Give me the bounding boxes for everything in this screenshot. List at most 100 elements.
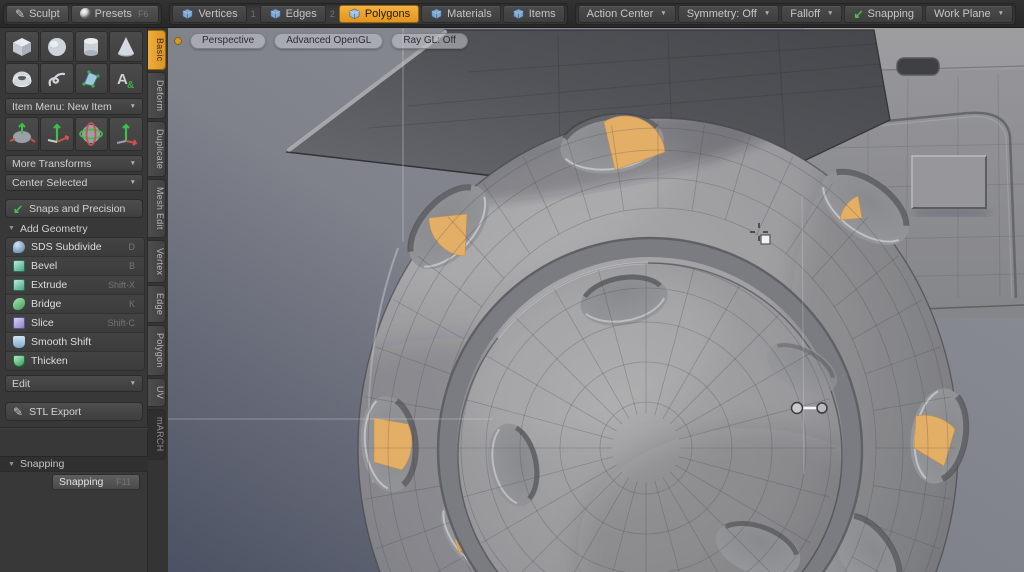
brush-icon: ✎ xyxy=(15,6,26,21)
chevron-down-icon: ▼ xyxy=(763,10,771,17)
tool-sidebar: A & Item Menu: New Item ▼ More Transforms… xyxy=(0,28,148,572)
text-tool-button[interactable]: A & xyxy=(109,63,143,94)
transform-tool-row xyxy=(5,117,143,151)
tab-uv[interactable]: UV xyxy=(148,377,166,408)
tab-march[interactable]: mARCH xyxy=(148,409,166,460)
primitive-tool-grid: A & xyxy=(5,31,143,94)
edit-dropdown[interactable]: Edit ▼ xyxy=(5,375,143,392)
sculpt-button[interactable]: ✎ Sculpt xyxy=(6,4,69,23)
move-icon xyxy=(47,123,69,143)
snapping-row: Snapping F11 xyxy=(0,474,148,491)
tab-polygon[interactable]: Polygon xyxy=(148,325,166,376)
rotate-icon xyxy=(79,122,104,146)
mode-vertices-button[interactable]: Vertices xyxy=(172,4,247,23)
snap-arrow-icon: ↙ xyxy=(13,201,24,216)
panel-slot-detail xyxy=(896,57,940,76)
scale-icon xyxy=(116,123,138,146)
svg-text:&: & xyxy=(127,80,134,90)
helix-icon xyxy=(48,72,65,86)
polygon-pen-icon xyxy=(82,69,100,88)
tool-sds-subdivide[interactable]: SDS Subdivide D xyxy=(6,238,144,257)
mode-edges-button[interactable]: Edges xyxy=(259,4,326,23)
mode-materials-button[interactable]: Materials xyxy=(421,4,501,23)
raygl-button[interactable]: Ray GL: Off xyxy=(391,33,468,49)
helix-primitive-button[interactable] xyxy=(39,63,74,94)
tool-thicken[interactable]: Thicken xyxy=(6,352,144,370)
tab-edge[interactable]: Edge xyxy=(148,285,166,324)
more-transforms-dropdown[interactable]: More Transforms ▼ xyxy=(5,155,143,172)
tool-smooth-shift[interactable]: Smooth Shift xyxy=(6,333,144,352)
cone-primitive-button[interactable] xyxy=(109,31,143,62)
chevron-down-icon: ▼ xyxy=(660,10,667,17)
tab-mesh-edit[interactable]: Mesh Edit xyxy=(148,179,166,238)
snap-arrow-icon: ↙ xyxy=(853,6,864,21)
blade-purple-icon xyxy=(13,317,25,329)
layers-blue-icon xyxy=(13,336,25,348)
view-type-button[interactable]: Perspective xyxy=(190,33,267,49)
chevron-down-icon: ▼ xyxy=(129,380,136,387)
geometry-tool-list: SDS Subdivide D Bevel B Extrude Shift-X … xyxy=(5,237,145,371)
snaps-precision-button[interactable]: ↙ Snaps and Precision xyxy=(5,199,143,218)
viewport-menu-dot-icon[interactable] xyxy=(174,37,182,45)
move-tool-button[interactable] xyxy=(39,117,74,151)
tab-deform[interactable]: Deform xyxy=(148,71,166,119)
shield-green-icon xyxy=(13,355,25,367)
chevron-down-icon: ▼ xyxy=(129,179,136,186)
mode-vertices-shortcut: 1 xyxy=(250,8,256,19)
snapping-section-header[interactable]: ▼ Snapping xyxy=(0,456,148,472)
tool-bevel[interactable]: Bevel B xyxy=(6,257,144,276)
sphere-primitive-button[interactable] xyxy=(39,31,74,62)
cube-primitive-button[interactable] xyxy=(5,31,39,62)
cone-icon xyxy=(118,36,135,56)
selection-mode-group: Vertices 1 Edges 2 Polygons Materials It… xyxy=(169,2,568,25)
main-toolbar: ✎ Sculpt Presets F6 Vertices 1 Edges 2 P… xyxy=(0,0,1024,28)
mesh-cube-icon xyxy=(431,8,442,19)
stl-export-button[interactable]: ✎ STL Export xyxy=(5,402,143,421)
tool-extrude[interactable]: Extrude Shift-X xyxy=(6,276,144,295)
add-geometry-header[interactable]: ▼ Add Geometry xyxy=(0,221,148,236)
tab-basic[interactable]: Basic xyxy=(148,30,166,70)
polygon-pen-button[interactable] xyxy=(74,63,109,94)
falloff-menu[interactable]: Falloff ▼ xyxy=(781,4,843,23)
symmetry-menu[interactable]: Symmetry: Off ▼ xyxy=(677,4,780,23)
mode-items-button[interactable]: Items xyxy=(502,4,565,23)
text-icon: A & xyxy=(117,71,134,90)
modo-app-window: ✎ Sculpt Presets F6 Vertices 1 Edges 2 P… xyxy=(0,0,1024,572)
collapse-triangle-icon: ▼ xyxy=(8,225,15,232)
tab-vertex[interactable]: Vertex xyxy=(148,239,166,284)
preset-sphere-icon xyxy=(79,8,91,19)
sphere-blue-icon xyxy=(13,241,25,253)
chevron-down-icon: ▼ xyxy=(997,10,1005,17)
snapping-toggle[interactable]: ↙ Snapping xyxy=(844,4,924,23)
renderer-button[interactable]: Advanced OpenGL xyxy=(274,33,384,49)
viewport-3d-scene[interactable] xyxy=(168,28,1024,572)
cube-teal-icon xyxy=(13,279,25,291)
scale-tool-button[interactable] xyxy=(109,117,143,151)
center-selected-dropdown[interactable]: Center Selected ▼ xyxy=(5,174,143,191)
sculpt-presets-group: ✎ Sculpt Presets F6 xyxy=(3,2,163,25)
cube-icon xyxy=(12,37,31,56)
pencil-icon: ✎ xyxy=(13,404,24,419)
viewport-3d[interactable]: Perspective Advanced OpenGL Ray GL: Off xyxy=(168,28,1024,572)
rotate-tool-button[interactable] xyxy=(74,117,109,151)
cylinder-primitive-button[interactable] xyxy=(74,31,109,62)
tool-bridge[interactable]: Bridge K xyxy=(6,295,144,314)
work-plane-menu[interactable]: Work Plane ▼ xyxy=(925,4,1014,23)
cylinder-icon xyxy=(84,37,99,56)
collapse-triangle-icon: ▼ xyxy=(8,460,15,468)
item-menu-dropdown[interactable]: Item Menu: New Item ▼ xyxy=(5,98,143,115)
cube-teal-icon xyxy=(13,260,25,272)
panel-raised-block xyxy=(912,156,986,208)
mesh-cube-icon xyxy=(349,8,360,19)
mode-polygons-button[interactable]: Polygons xyxy=(338,4,420,23)
tool-slice[interactable]: Slice Shift-C xyxy=(6,314,144,333)
torus-icon xyxy=(12,71,32,87)
presets-button[interactable]: Presets F6 xyxy=(70,4,160,23)
sidebar-divider xyxy=(0,427,148,428)
torus-primitive-button[interactable] xyxy=(5,63,39,94)
chevron-down-icon: ▼ xyxy=(129,103,136,110)
action-center-menu[interactable]: Action Center ▼ xyxy=(577,4,676,23)
transform-tool-button[interactable] xyxy=(5,117,39,151)
snapping-enable-button[interactable]: Snapping F11 xyxy=(52,474,140,490)
tab-duplicate[interactable]: Duplicate xyxy=(148,120,166,178)
